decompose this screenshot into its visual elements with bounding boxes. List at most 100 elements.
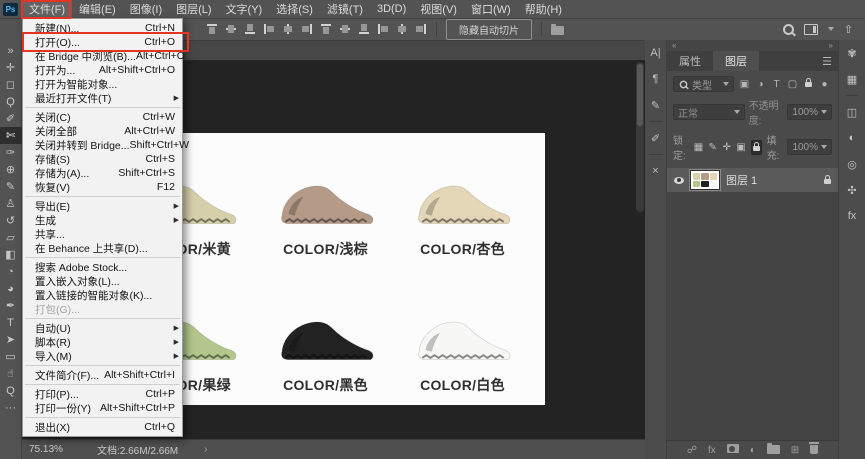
rectangle-tool[interactable]: ▭ [0,348,22,365]
layer-row[interactable]: 图层 1 [667,168,838,192]
new-group-icon[interactable] [767,443,780,457]
zoom-level-field[interactable]: 75.13% [29,444,79,455]
file-menu-share-on-behance[interactable]: 在 Behance 上共享(D)... [23,241,182,255]
file-menu-exit[interactable]: 退出(X) Ctrl+Q [23,420,182,434]
menu-type[interactable]: 文字(Y) [219,0,270,18]
paths-panel-icon[interactable]: ✣ [839,177,865,203]
collapse-right-icon[interactable]: » [829,41,833,50]
file-menu-package[interactable]: 打包(G)... [23,302,182,316]
delete-layer-icon[interactable] [810,443,818,457]
file-menu-print-one-copy[interactable]: 打印一份(Y) Alt+Shift+Ctrl+P [23,401,182,415]
distribute-top-edges[interactable]: t [320,23,332,35]
adjustment-layer-icon[interactable]: ◐ [750,445,756,456]
swatches-panel-icon[interactable]: ▦ [839,66,865,92]
filter-kind-select[interactable]: 类型 [673,76,734,92]
workspace-switcher-icon[interactable] [804,24,818,35]
edit-toolbar-icon[interactable]: ··· [0,399,22,416]
brush-settings-panel-icon[interactable]: ✎ [645,92,666,118]
adjustments-panel-icon[interactable]: ◐ [839,125,865,151]
menu-help[interactable]: 帮助(H) [518,0,569,18]
file-menu-import[interactable]: 导入(M) [23,349,182,363]
lock-transparency-icon[interactable]: ▦ [694,141,703,154]
fill-value[interactable]: 100% [787,139,832,155]
align-vertical-centers[interactable]: vc [225,23,237,35]
file-menu-new[interactable]: 新建(N)... Ctrl+N [23,21,182,35]
align-left-edges[interactable]: l [263,23,275,35]
menu-edit[interactable]: 编辑(E) [72,0,123,18]
link-layers-icon[interactable]: ☍ [687,445,697,456]
align-top-edges[interactable]: t [206,23,218,35]
clone-stamp-tool[interactable]: ♙ [0,195,22,212]
menu-3d[interactable]: 3D(D) [370,0,413,18]
file-menu-open-as-smart-object[interactable]: 打开为智能对象... [23,77,182,91]
file-menu-open[interactable]: 打开(O)... Ctrl+O [23,35,182,49]
layer-effects-panel-icon[interactable]: fx [839,203,865,229]
align-right-edges[interactable]: r [301,23,313,35]
vertical-scrollbar[interactable] [636,62,644,212]
lock-position-icon[interactable]: ✛ [722,141,731,154]
history-brush-tool[interactable]: ↺ [0,212,22,229]
search-icon[interactable] [783,24,794,35]
character-styles-panel-icon[interactable]: ✐ [645,125,666,151]
tab-layers[interactable]: 图层 [713,51,759,71]
layer-thumbnail[interactable] [690,170,720,190]
paragraph-panel-icon[interactable]: ¶ [645,66,666,92]
lock-all-icon[interactable] [751,140,762,155]
file-menu-search-adobe-stock[interactable]: 搜索 Adobe Stock... [23,260,182,274]
pixel-filter-icon[interactable]: ▣ [737,79,752,90]
distribute-horizontal-centers[interactable]: hc [396,23,408,35]
slice-select-tool[interactable]: ✄ [0,127,22,144]
file-menu-print[interactable]: 打印(P)... Ctrl+P [23,387,182,401]
move-tool[interactable]: ✛ [0,59,22,76]
status-options-arrow[interactable]: › [204,444,207,455]
styles-panel-icon[interactable]: ◎ [839,151,865,177]
new-layer-icon[interactable]: ⊞ [791,445,799,456]
file-menu-place-embedded[interactable]: 置入嵌入对象(L)... [23,274,182,288]
file-menu-save-as[interactable]: 存储为(A)... Shift+Ctrl+S [23,166,182,180]
file-menu-close-and-go-to-bridge[interactable]: 关闭并转到 Bridge... Shift+Ctrl+W [23,138,182,152]
color-panel-icon[interactable]: ✾ [839,40,865,66]
file-menu-close-all[interactable]: 关闭全部 Alt+Ctrl+W [23,124,182,138]
hand-tool[interactable]: ☝ [0,365,22,382]
file-menu-generate[interactable]: 生成 [23,213,182,227]
file-menu-open-recent[interactable]: 最近打开文件(T) [23,91,182,105]
smart-object-filter-icon[interactable] [801,79,816,90]
pen-tool[interactable]: ✒ [0,297,22,314]
spot-healing-tool[interactable]: ⊕ [0,161,22,178]
menu-view[interactable]: 视图(V) [413,0,464,18]
distribute-left-edges[interactable]: l [377,23,389,35]
eraser-tool[interactable]: ▱ [0,229,22,246]
file-menu-revert[interactable]: 恢复(V) F12 [23,180,182,194]
libraries-panel-icon[interactable]: ◫ [839,99,865,125]
file-menu-save[interactable]: 存储(S) Ctrl+S [23,152,182,166]
distribute-vertical-centers[interactable]: vc [339,23,351,35]
file-menu-browse-in-bridge[interactable]: 在 Bridge 中浏览(B)... Alt+Ctrl+O [23,49,182,63]
character-panel-icon[interactable]: A| [645,40,666,66]
file-menu-close[interactable]: 关闭(C) Ctrl+W [23,110,182,124]
menu-image[interactable]: 图像(I) [123,0,169,18]
layer-visibility-eye-icon[interactable] [674,177,684,184]
file-menu-automate[interactable]: 自动(U) [23,321,182,335]
file-menu-scripts[interactable]: 脚本(R) [23,335,182,349]
brush-tool[interactable]: ✎ [0,178,22,195]
adjustment-filter-icon[interactable]: ◑ [753,79,768,90]
align-horizontal-centers[interactable]: hc [282,23,294,35]
collapse-left-icon[interactable]: « [672,41,676,50]
collapse-toolbar-icon[interactable]: » [0,42,22,59]
menu-filter[interactable]: 滤镜(T) [320,0,370,18]
lasso-tool[interactable]: Ϙ [0,93,22,110]
lock-pixels-icon[interactable]: ✎ [708,141,717,154]
menu-layer[interactable]: 图层(L) [169,0,218,18]
file-menu-place-linked[interactable]: 置入链接的智能对象(K)... [23,288,182,302]
menu-select[interactable]: 选择(S) [269,0,320,18]
share-icon[interactable]: ⇧ [844,23,853,36]
zoom-tool[interactable]: Q [0,382,22,399]
slice-options-folder-icon[interactable] [551,26,564,35]
panel-menu-icon[interactable]: ☰ [822,55,832,68]
file-menu-file-info[interactable]: 文件简介(F)... Alt+Shift+Ctrl+I [23,368,182,382]
shape-filter-icon[interactable]: ▢ [785,79,800,90]
blend-mode-select[interactable]: 正常 [673,104,745,120]
distribute-right-edges[interactable]: r [415,23,427,35]
path-selection-tool[interactable]: ➤ [0,331,22,348]
filter-toggle-icon[interactable]: ● [817,79,832,90]
